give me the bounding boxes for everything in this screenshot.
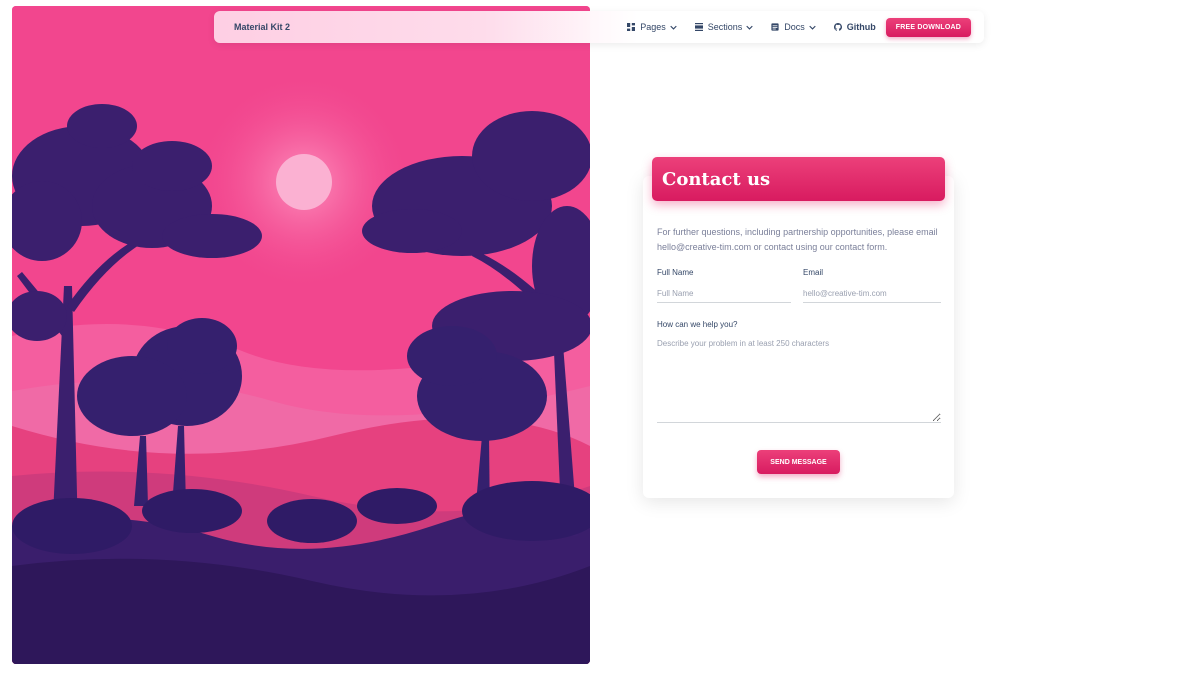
github-icon <box>833 23 842 31</box>
view-day-icon <box>694 23 703 31</box>
nav-item-pages[interactable]: Pages <box>627 22 677 32</box>
hero-illustration <box>12 6 590 664</box>
contact-card-header: Contact us <box>652 157 945 201</box>
top-navbar: Material Kit 2 Pages Sections Docs Githu… <box>214 11 984 43</box>
email-label: Email <box>803 268 824 277</box>
dashboard-icon <box>627 23 636 31</box>
nav-item-pages-label: Pages <box>640 22 666 32</box>
nav-menu: Pages Sections Docs Github FREE DOWNLOAD <box>627 11 984 43</box>
chevron-down-icon <box>746 25 753 30</box>
nav-item-docs[interactable]: Docs <box>771 22 816 32</box>
nav-item-docs-label: Docs <box>784 22 805 32</box>
chevron-down-icon <box>809 25 816 30</box>
send-message-button[interactable]: SEND MESSAGE <box>757 450 840 474</box>
sunset-forest-illustration <box>12 6 590 664</box>
contact-intro-text: For further questions, including partner… <box>657 227 938 252</box>
chevron-down-icon <box>670 25 677 30</box>
nav-item-github-label: Github <box>846 22 876 32</box>
free-download-button[interactable]: FREE DOWNLOAD <box>885 17 971 37</box>
article-icon <box>771 23 779 31</box>
nav-item-sections-label: Sections <box>707 22 743 32</box>
contact-title: Contact us <box>662 168 771 190</box>
full-name-label: Full Name <box>657 268 694 277</box>
full-name-input[interactable] <box>657 284 791 303</box>
nav-item-sections[interactable]: Sections <box>694 22 754 32</box>
nav-item-github[interactable]: Github <box>833 22 876 32</box>
message-label: How can we help you? <box>657 320 738 329</box>
brand-logo[interactable]: Material Kit 2 <box>234 22 290 32</box>
message-textarea[interactable] <box>657 338 941 423</box>
sun-shape <box>276 154 332 210</box>
email-input[interactable] <box>803 284 941 303</box>
